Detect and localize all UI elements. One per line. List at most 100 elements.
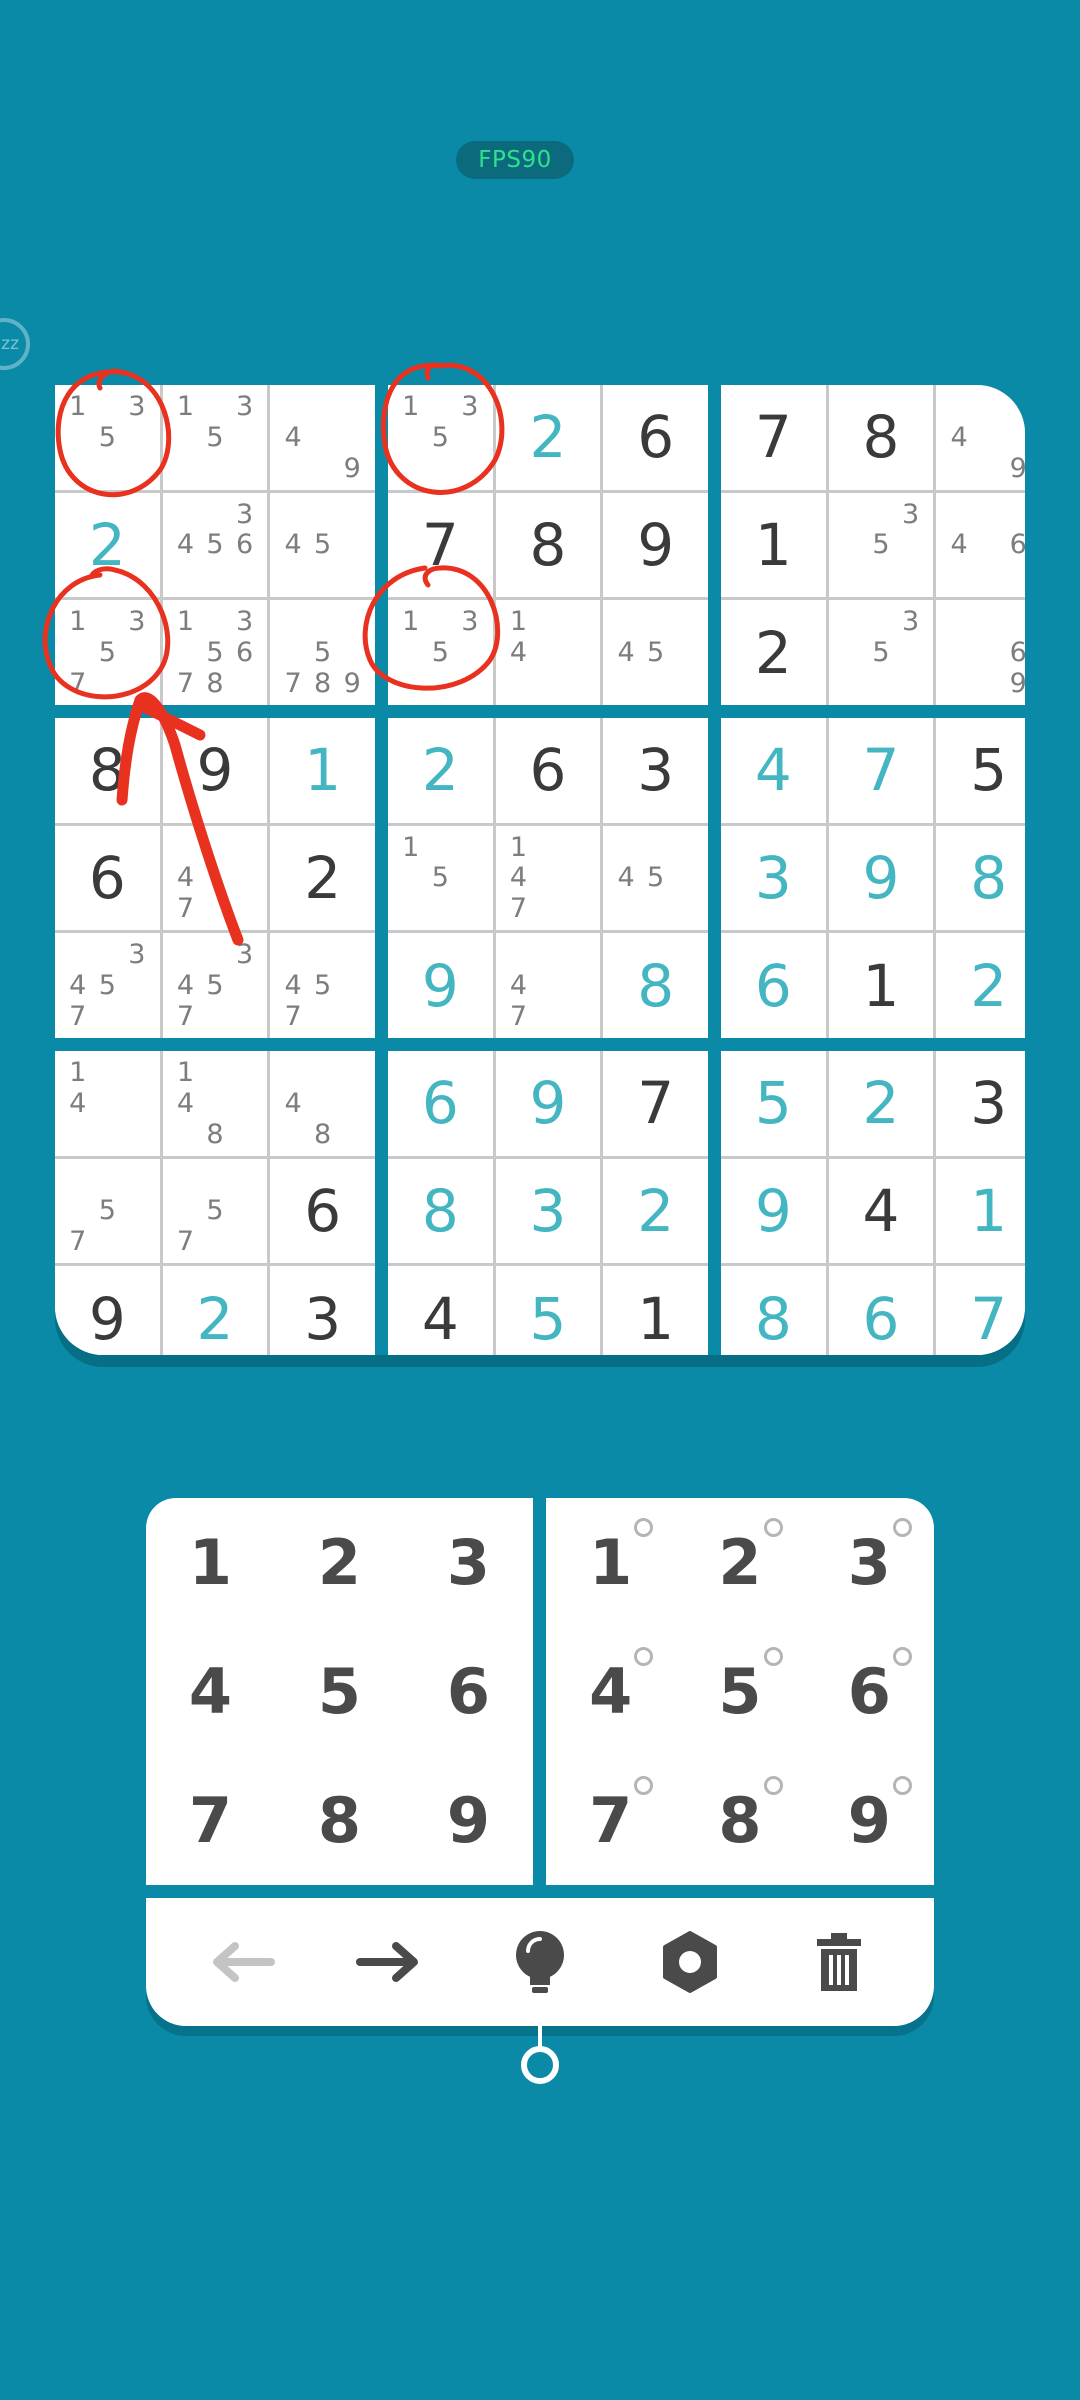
sudoku-cell[interactable]: 1 35 (388, 600, 493, 705)
sudoku-cell[interactable]: 45 (270, 492, 375, 598)
hint-button[interactable] (495, 1917, 585, 2007)
sudoku-cell[interactable]: 46 (936, 492, 1025, 598)
sudoku-cell[interactable]: 45 (603, 600, 708, 705)
sudoku-cell[interactable]: 6 (270, 1158, 375, 1264)
sudoku-cell[interactable]: 8 (388, 1158, 493, 1264)
sudoku-cell[interactable]: 7 (603, 1051, 708, 1156)
note-key-4[interactable]: 4 (546, 1627, 675, 1756)
note-key-6[interactable]: 6 (805, 1627, 934, 1756)
sudoku-cell[interactable]: 1 356 78 (162, 600, 268, 705)
sudoku-cell[interactable]: 147 (495, 825, 601, 931)
sudoku-cell[interactable]: 4 (828, 1158, 934, 1264)
sudoku-cell[interactable]: 2 (721, 600, 826, 705)
sudoku-cell[interactable]: 5789 (270, 600, 375, 705)
sudoku-cell[interactable]: 48 (270, 1051, 375, 1156)
sudoku-cell[interactable]: 9 (162, 718, 268, 823)
sudoku-cell[interactable]: 7 (388, 492, 493, 598)
redo-button[interactable] (345, 1917, 435, 2007)
digit-key-7[interactable]: 7 (146, 1756, 275, 1885)
sudoku-cell[interactable]: 457 (270, 933, 375, 1038)
sudoku-cell[interactable]: 2 (603, 1158, 708, 1264)
sudoku-cell[interactable]: 3 (495, 1158, 601, 1264)
note-key-9[interactable]: 9 (805, 1756, 934, 1885)
panel-drag-handle[interactable] (521, 2046, 559, 2084)
sudoku-cell[interactable]: 8 (828, 385, 934, 490)
sudoku-cell[interactable]: 1 (936, 1158, 1025, 1264)
digit-key-9[interactable]: 9 (404, 1756, 533, 1885)
sudoku-cell[interactable]: 5 (495, 1266, 601, 1355)
sudoku-cell[interactable]: 2 (936, 933, 1025, 1038)
sudoku-cell[interactable]: 7 (936, 1266, 1025, 1355)
note-key-7[interactable]: 7 (546, 1756, 675, 1885)
sudoku-cell[interactable]: 4 (721, 718, 826, 823)
sudoku-cell[interactable]: 69 (936, 600, 1025, 705)
sudoku-cell[interactable]: 49 (936, 385, 1025, 490)
note-key-3[interactable]: 3 (805, 1498, 934, 1627)
sudoku-cell[interactable]: 3 457 (55, 933, 160, 1038)
sudoku-cell[interactable]: 14 (55, 1051, 160, 1156)
sudoku-cell[interactable]: 8 (495, 492, 601, 598)
sudoku-cell[interactable]: 9 (721, 1158, 826, 1264)
sudoku-cell[interactable]: 35 (828, 492, 934, 598)
sudoku-cell[interactable]: 6 (495, 718, 601, 823)
sudoku-cell[interactable]: 5 (721, 1051, 826, 1156)
sudoku-cell[interactable]: 49 (270, 385, 375, 490)
undo-button[interactable] (196, 1917, 286, 2007)
sudoku-cell[interactable]: 1 (828, 933, 934, 1038)
sudoku-cell[interactable]: 2 (828, 1051, 934, 1156)
sudoku-cell[interactable]: 148 (162, 1051, 268, 1156)
sudoku-cell[interactable]: 1 357 (55, 600, 160, 705)
sudoku-cell[interactable]: 6 (55, 825, 160, 931)
sudoku-cell[interactable]: 1 35 (162, 385, 268, 490)
sudoku-cell[interactable]: 14 (495, 600, 601, 705)
sudoku-cell[interactable]: 8 (603, 933, 708, 1038)
sudoku-cell[interactable]: 1 35 (55, 385, 160, 490)
sudoku-cell[interactable]: 6 (828, 1266, 934, 1355)
sudoku-cell[interactable]: 45 (603, 825, 708, 931)
digit-key-5[interactable]: 5 (275, 1627, 404, 1756)
sleep-bubble-icon[interactable]: zz (0, 318, 30, 370)
sudoku-cell[interactable]: 6 (388, 1051, 493, 1156)
sudoku-cell[interactable]: 9 (828, 825, 934, 931)
sudoku-cell[interactable]: 7 (828, 718, 934, 823)
sudoku-cell[interactable]: 6 (721, 933, 826, 1038)
sudoku-cell[interactable]: 4 (388, 1266, 493, 1355)
sudoku-cell[interactable]: 8 (936, 825, 1025, 931)
sudoku-cell[interactable]: 15 (388, 825, 493, 931)
sudoku-cell[interactable]: 47 (162, 825, 268, 931)
sudoku-cell[interactable]: 3 456 (162, 492, 268, 598)
sudoku-cell[interactable]: 2 (162, 1266, 268, 1355)
note-key-8[interactable]: 8 (675, 1756, 804, 1885)
digit-key-6[interactable]: 6 (404, 1627, 533, 1756)
digit-key-4[interactable]: 4 (146, 1627, 275, 1756)
settings-button[interactable] (645, 1917, 735, 2007)
sudoku-cell[interactable]: 6 (603, 385, 708, 490)
sudoku-cell[interactable]: 9 (495, 1051, 601, 1156)
sudoku-cell[interactable]: 2 (55, 492, 160, 598)
sudoku-cell[interactable]: 2 (388, 718, 493, 823)
digit-key-1[interactable]: 1 (146, 1498, 275, 1627)
sudoku-cell[interactable]: 57 (162, 1158, 268, 1264)
sudoku-cell[interactable]: 1 (603, 1266, 708, 1355)
sudoku-cell[interactable]: 9 (55, 1266, 160, 1355)
sudoku-cell[interactable]: 3 457 (162, 933, 268, 1038)
sudoku-cell[interactable]: 3 (936, 1051, 1025, 1156)
digit-key-2[interactable]: 2 (275, 1498, 404, 1627)
sudoku-cell[interactable]: 5 (936, 718, 1025, 823)
sudoku-cell[interactable]: 57 (55, 1158, 160, 1264)
digit-key-8[interactable]: 8 (275, 1756, 404, 1885)
sudoku-cell[interactable]: 35 (828, 600, 934, 705)
note-key-2[interactable]: 2 (675, 1498, 804, 1627)
sudoku-cell[interactable]: 9 (388, 933, 493, 1038)
sudoku-cell[interactable]: 2 (495, 385, 601, 490)
sudoku-cell[interactable]: 7 (721, 385, 826, 490)
sudoku-cell[interactable]: 3 (721, 825, 826, 931)
delete-button[interactable] (794, 1917, 884, 2007)
sudoku-cell[interactable]: 3 (270, 1266, 375, 1355)
sudoku-cell[interactable]: 1 (270, 718, 375, 823)
sudoku-cell[interactable]: 2 (270, 825, 375, 931)
note-key-1[interactable]: 1 (546, 1498, 675, 1627)
sudoku-cell[interactable]: 47 (495, 933, 601, 1038)
sudoku-cell[interactable]: 9 (603, 492, 708, 598)
sudoku-cell[interactable]: 3 (603, 718, 708, 823)
